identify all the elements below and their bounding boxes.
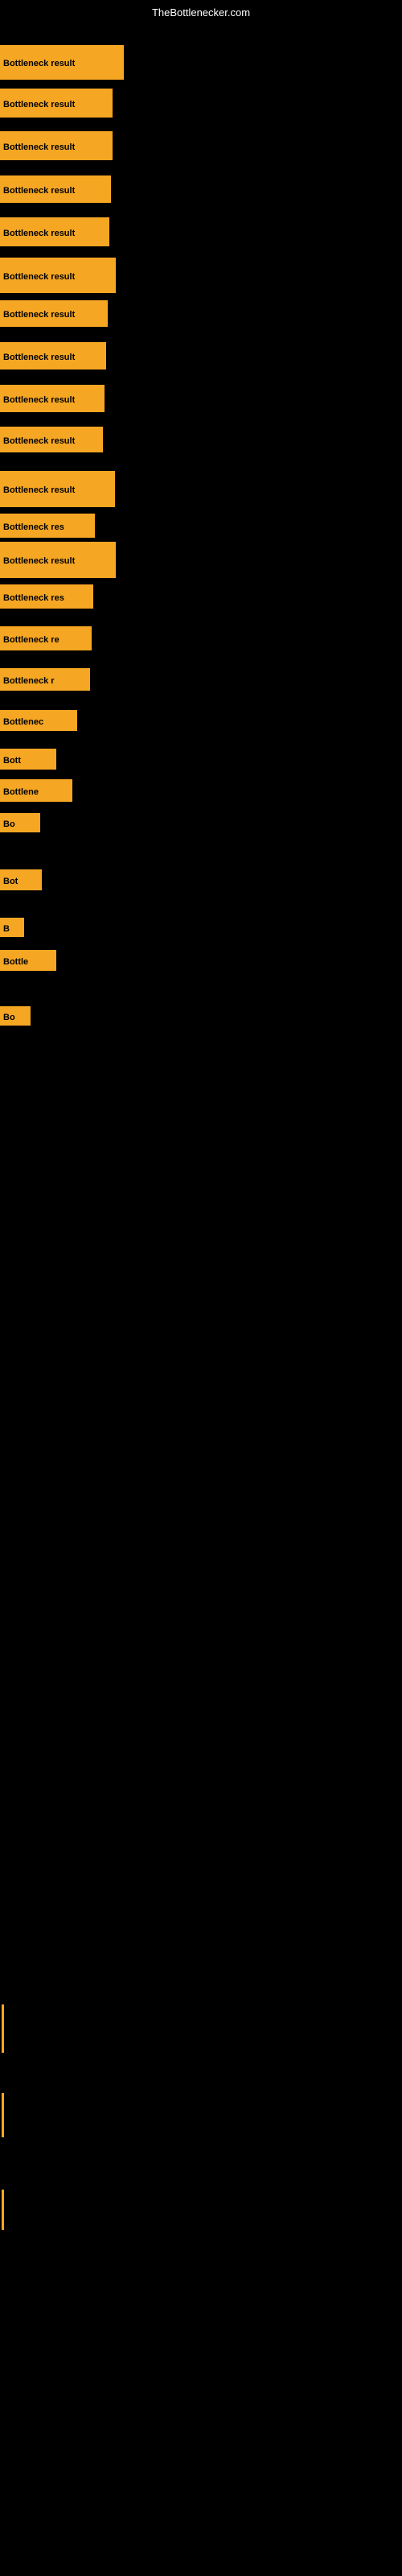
site-title: TheBottlenecker.com [152, 6, 250, 19]
bottleneck-badge-11[interactable]: Bottleneck result [0, 471, 115, 507]
bottleneck-badge-21[interactable]: Bot [0, 869, 42, 890]
vertical-line-3 [2, 2190, 4, 2230]
bottleneck-badge-19[interactable]: Bottlene [0, 779, 72, 802]
bottleneck-badge-17[interactable]: Bottlenec [0, 710, 77, 731]
bottleneck-badge-16[interactable]: Bottleneck r [0, 668, 90, 691]
bottleneck-badge-24[interactable]: Bo [0, 1006, 31, 1026]
bottleneck-badge-8[interactable]: Bottleneck result [0, 342, 106, 369]
vertical-line-1 [2, 2004, 4, 2053]
bottleneck-badge-2[interactable]: Bottleneck result [0, 89, 113, 118]
bottleneck-badge-6[interactable]: Bottleneck result [0, 258, 116, 293]
bottleneck-badge-23[interactable]: Bottle [0, 950, 56, 971]
bottleneck-badge-1[interactable]: Bottleneck result [0, 45, 124, 80]
bottleneck-badge-5[interactable]: Bottleneck result [0, 217, 109, 246]
bottleneck-badge-18[interactable]: Bott [0, 749, 56, 770]
bottleneck-badge-12[interactable]: Bottleneck res [0, 514, 95, 538]
bottleneck-badge-15[interactable]: Bottleneck re [0, 626, 92, 650]
bottleneck-badge-9[interactable]: Bottleneck result [0, 385, 105, 412]
vertical-line-2 [2, 2093, 4, 2137]
bottleneck-badge-4[interactable]: Bottleneck result [0, 175, 111, 203]
bottleneck-badge-3[interactable]: Bottleneck result [0, 131, 113, 160]
bottleneck-badge-22[interactable]: B [0, 918, 24, 937]
bottleneck-badge-20[interactable]: Bo [0, 813, 40, 832]
bottleneck-badge-10[interactable]: Bottleneck result [0, 427, 103, 452]
bottleneck-badge-14[interactable]: Bottleneck res [0, 584, 93, 609]
bottleneck-badge-13[interactable]: Bottleneck result [0, 542, 116, 578]
bottleneck-badge-7[interactable]: Bottleneck result [0, 300, 108, 327]
